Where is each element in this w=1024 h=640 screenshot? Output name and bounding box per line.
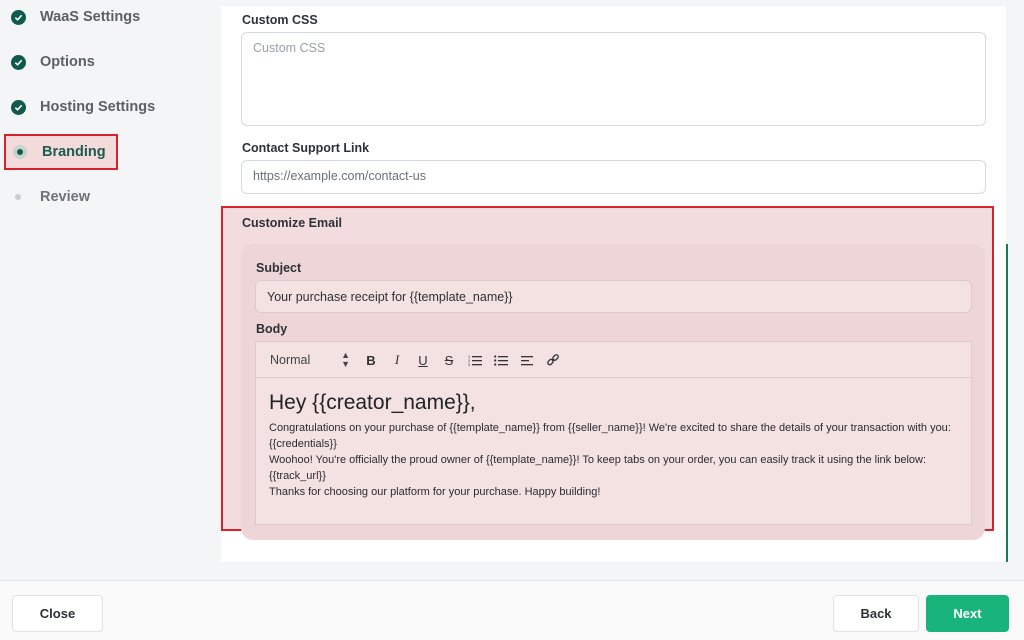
svg-text:3: 3: [468, 362, 471, 366]
subject-input[interactable]: Your purchase receipt for {{template_nam…: [255, 280, 972, 313]
step-label: Branding: [42, 144, 106, 160]
format-select-value: Normal: [270, 353, 311, 367]
check-icon: [10, 99, 26, 115]
align-icon[interactable]: [514, 349, 540, 371]
email-body-line: Woohoo! You're officially the proud owne…: [269, 454, 927, 466]
wizard-footer: Close Back Next: [0, 580, 1024, 640]
custom-css-label: Custom CSS: [242, 13, 318, 27]
step-label: Hosting Settings: [40, 99, 156, 115]
step-label: WaaS Settings: [40, 9, 141, 25]
email-body-line: Congratulations on your purchase of {{te…: [269, 422, 951, 434]
pending-step-icon: [15, 194, 21, 200]
editor-toolbar: Normal ▲ ▼ B I U S 123: [255, 341, 972, 378]
strikethrough-icon[interactable]: S: [436, 349, 462, 371]
email-heading: Hey {{creator_name}},: [269, 391, 476, 414]
active-step-icon: [13, 145, 27, 159]
select-arrows-icon: ▲ ▼: [341, 350, 350, 369]
back-button[interactable]: Back: [833, 595, 919, 632]
bold-icon[interactable]: B: [358, 349, 384, 371]
email-body-line: {{track_url}}: [269, 470, 326, 482]
step-label: Review: [40, 189, 90, 205]
customize-email-label: Customize Email: [242, 216, 343, 230]
link-icon[interactable]: [540, 349, 566, 371]
step-waas-settings[interactable]: WaaS Settings: [10, 1, 140, 33]
wizard-sidebar: WaaS Settings Options Hosting Settings B…: [0, 0, 220, 580]
bullet-list-icon[interactable]: [488, 349, 514, 371]
subject-label: Subject: [256, 261, 302, 275]
ordered-list-icon[interactable]: 123: [462, 349, 488, 371]
step-hosting-settings[interactable]: Hosting Settings: [10, 91, 155, 123]
underline-icon[interactable]: U: [410, 349, 436, 371]
italic-icon[interactable]: I: [384, 349, 410, 371]
custom-css-textarea[interactable]: Custom CSS: [241, 32, 986, 126]
body-label: Body: [256, 322, 288, 336]
step-branding[interactable]: Branding: [4, 134, 118, 170]
contact-support-label: Contact Support Link: [242, 141, 370, 155]
step-review[interactable]: Review: [10, 181, 90, 213]
close-button[interactable]: Close: [12, 595, 103, 632]
check-icon: [10, 9, 26, 25]
step-options[interactable]: Options: [10, 46, 95, 78]
step-label: Options: [40, 54, 95, 70]
email-body-line: {{credentials}}: [269, 438, 337, 450]
next-button[interactable]: Next: [926, 595, 1009, 632]
scrollbar[interactable]: [1006, 244, 1008, 562]
format-select[interactable]: Normal ▲ ▼: [270, 351, 350, 369]
email-body-line: Thanks for choosing our platform for you…: [269, 486, 601, 498]
check-icon: [10, 54, 26, 70]
contact-support-input[interactable]: https://example.com/contact-us: [241, 160, 986, 194]
email-body-editor[interactable]: Hey {{creator_name}}, Congratulations on…: [255, 377, 972, 525]
